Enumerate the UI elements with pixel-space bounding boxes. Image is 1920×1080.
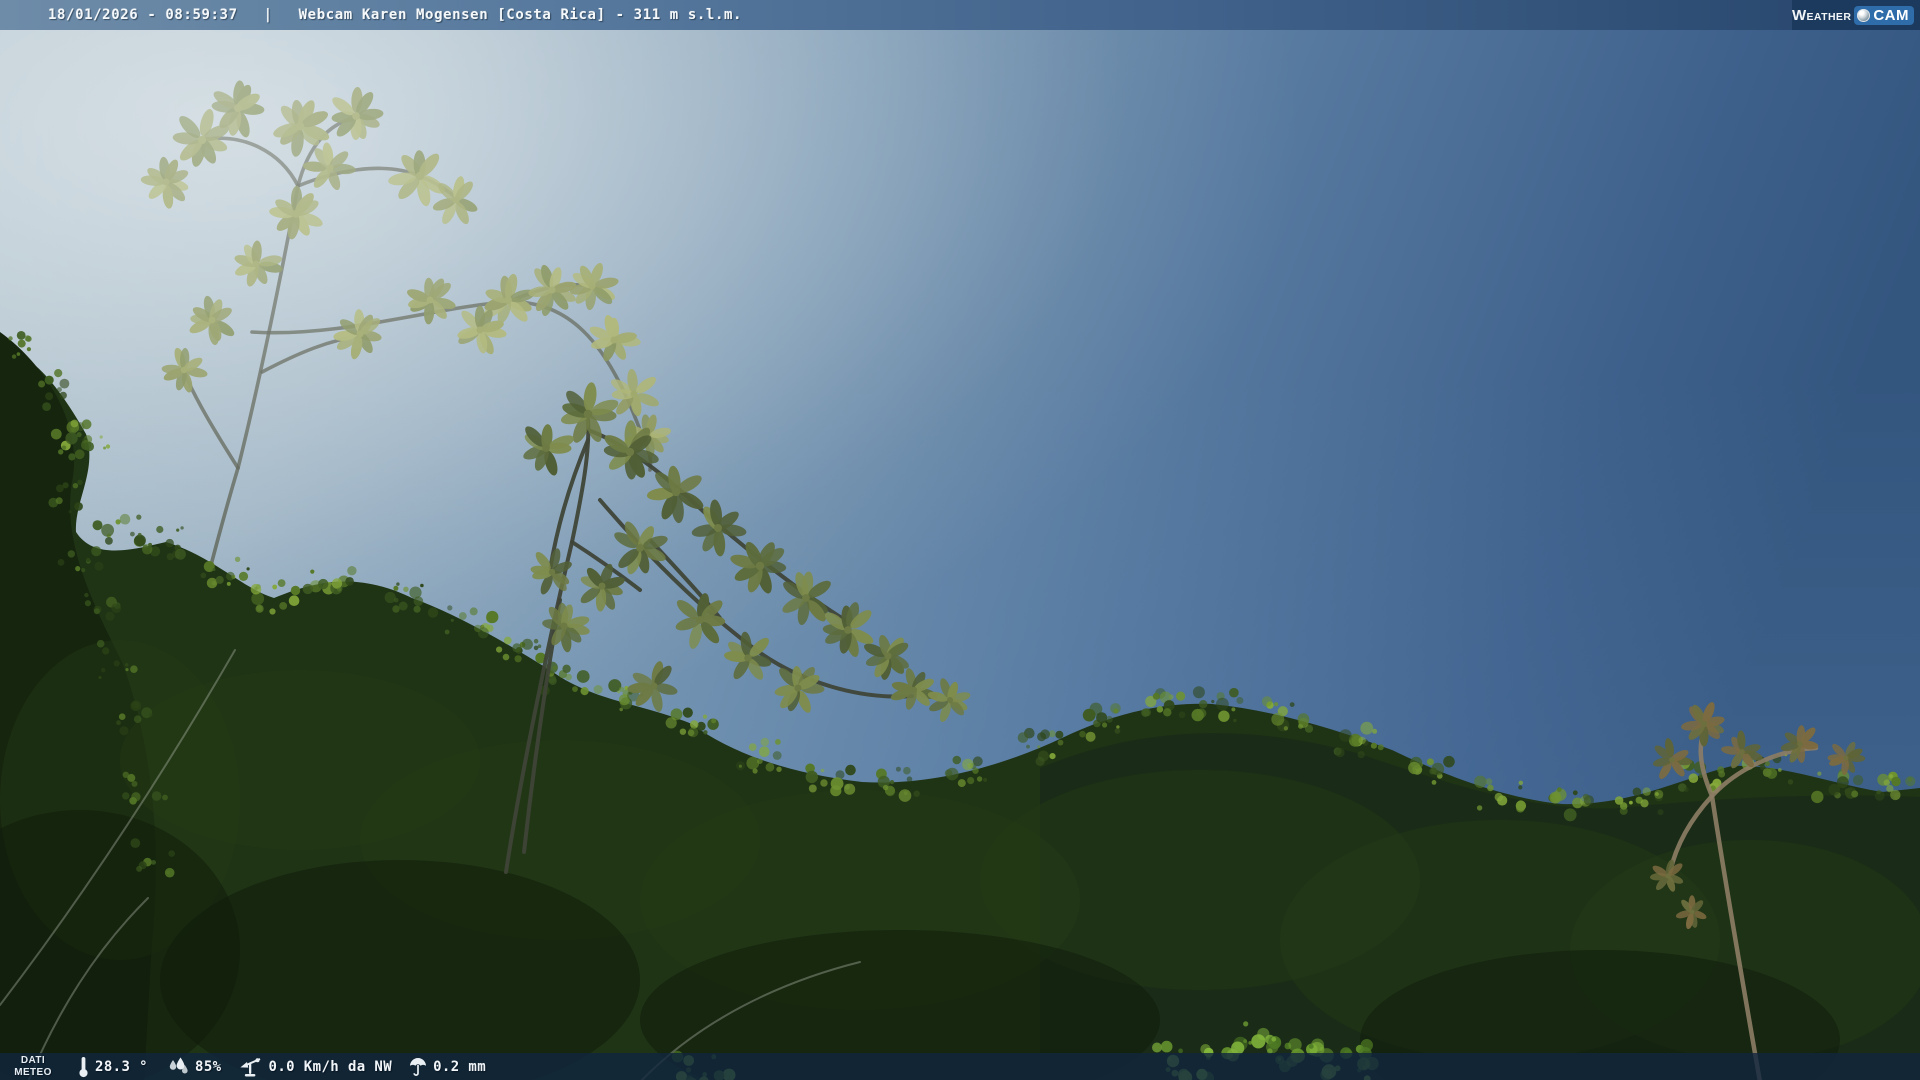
dati-meteo-label: DATI METEO: [0, 1055, 66, 1078]
rain-value: 0.2 mm: [433, 1059, 486, 1075]
webcam-photo: [0, 0, 1920, 1080]
separator-bar: |: [264, 7, 273, 23]
altitude-text: - 311 m s.l.m.: [616, 7, 742, 23]
camera-lens-icon: [1857, 9, 1870, 22]
logo-badge: CAM: [1854, 6, 1914, 25]
weathercam-logo: WEATHER CAM: [1792, 0, 1920, 30]
rain-umbrella-icon: [409, 1057, 427, 1077]
humidity-value: 85%: [195, 1059, 222, 1075]
temperature-reading: 28.3 °: [78, 1056, 148, 1078]
humidity-drops-icon: [168, 1057, 189, 1076]
webcam-frame: 18/01/2026 - 08:59:37 | Webcam Karen Mog…: [0, 0, 1920, 1080]
wind-anemometer-icon: [236, 1056, 262, 1078]
camera-title: Webcam Karen Mogensen [Costa Rica]: [299, 7, 606, 23]
top-info-bar: 18/01/2026 - 08:59:37 | Webcam Karen Mog…: [0, 0, 1920, 30]
weather-data-bar: DATI METEO 28.3 ° 85%: [0, 1053, 1920, 1080]
logo-cam-text: CAM: [1873, 7, 1909, 24]
wind-reading: 0.0 Km/h da NW: [236, 1056, 392, 1078]
temperature-value: 28.3 °: [95, 1059, 148, 1075]
humidity-reading: 85%: [168, 1057, 222, 1076]
datetime-text: 18/01/2026 - 08:59:37: [48, 7, 238, 23]
thermometer-icon: [78, 1056, 89, 1078]
wind-value: 0.0 Km/h da NW: [268, 1059, 392, 1075]
rain-reading: 0.2 mm: [409, 1057, 486, 1077]
logo-weather-text: WEATHER: [1792, 7, 1851, 24]
